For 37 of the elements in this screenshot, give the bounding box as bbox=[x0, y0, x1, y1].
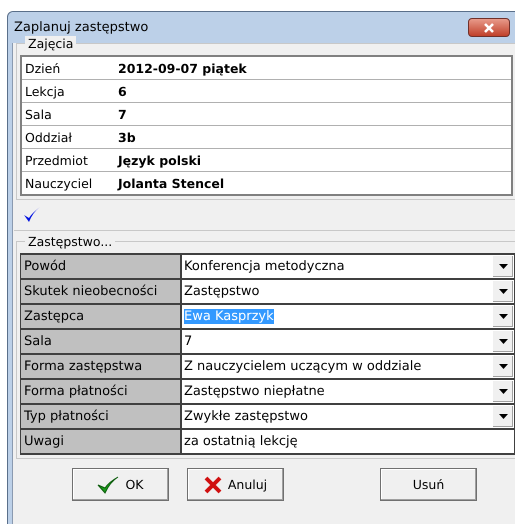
dropdown-field[interactable]: Z nauczycielem uczącym w oddziale bbox=[182, 355, 514, 378]
field-label: Zastępca bbox=[21, 305, 180, 328]
field-label: Sala bbox=[21, 330, 180, 353]
dropdown-field[interactable]: Konferencja metodyczna bbox=[182, 255, 514, 278]
cancel-button[interactable]: Anuluj bbox=[187, 468, 284, 501]
field-label: Nauczyciel bbox=[24, 176, 94, 190]
close-button[interactable] bbox=[468, 18, 510, 37]
field-value: Język polski bbox=[118, 152, 202, 168]
field-value: 7 bbox=[118, 106, 127, 122]
field-label: Typ płatności bbox=[21, 405, 180, 428]
delete-button[interactable]: Usuń bbox=[380, 468, 477, 501]
field-value: 2012-09-07 piątek bbox=[118, 60, 247, 76]
field-value: 3b bbox=[118, 130, 136, 144]
cross-icon bbox=[204, 476, 222, 494]
field-label: Sala bbox=[24, 106, 53, 122]
field-label: Oddział bbox=[24, 130, 73, 144]
field-label: Powód bbox=[21, 255, 180, 278]
group-legend: Zajęcia bbox=[25, 36, 76, 51]
field-label: Lekcja bbox=[24, 84, 66, 98]
ok-button[interactable]: OK bbox=[72, 468, 169, 501]
field-label: Forma zastępstwa bbox=[21, 355, 180, 378]
input-field[interactable]: za ostatnią lekcję bbox=[182, 430, 514, 453]
field-label: Dzień bbox=[24, 60, 62, 76]
checkmark-icon bbox=[97, 476, 120, 494]
field-label: Uwagi bbox=[21, 430, 180, 453]
dropdown-field[interactable]: Zastępstwo niepłatne bbox=[182, 380, 514, 403]
field-label: Przedmiot bbox=[24, 152, 89, 168]
dropdown-field[interactable]: Zwykłe zastępstwo bbox=[182, 405, 514, 428]
field-value: 6 bbox=[118, 84, 127, 98]
window-title: Zaplanuj zastępstwo bbox=[14, 20, 148, 35]
field-value: Jolanta Stencel bbox=[118, 176, 224, 190]
close-icon bbox=[482, 22, 496, 34]
dropdown-field[interactable]: 7 bbox=[182, 330, 514, 353]
field-label: Forma płatności bbox=[21, 380, 180, 403]
dropdown-field[interactable]: Zastępstwo bbox=[182, 280, 514, 303]
field-label: Skutek nieobecności bbox=[21, 280, 180, 303]
group-legend: Zastępstwo... bbox=[25, 234, 116, 249]
